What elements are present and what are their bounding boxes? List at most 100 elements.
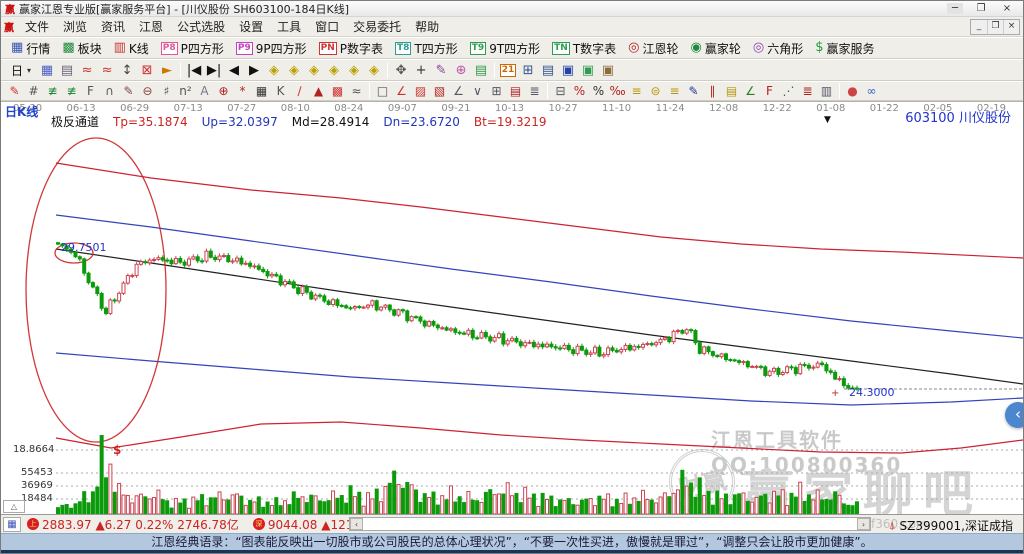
percent-change-tool-button[interactable]: %	[570, 83, 589, 99]
gann-marker-3-button[interactable]: ◈	[304, 61, 324, 79]
chart-style-button[interactable]: ▦	[37, 61, 57, 79]
percent-tool-button[interactable]: %	[589, 83, 608, 99]
trend-tool-1-button[interactable]: ≈	[77, 61, 97, 79]
hand-tool-button[interactable]: ✥	[391, 61, 411, 79]
burst-tool-button[interactable]: *	[233, 83, 252, 99]
winner-service-button[interactable]: $ 赢家服务	[809, 38, 880, 59]
horizontal-scrollbar[interactable]: ‹ ›	[349, 517, 871, 531]
quotes-button[interactable]: ▦ 行情	[5, 38, 56, 59]
mail-tool-button[interactable]: ▤	[471, 61, 491, 79]
9t-square-button[interactable]: T9 9T四方形	[464, 38, 546, 59]
dense-hash-tool-button[interactable]: ♯	[157, 83, 176, 99]
kline-chart-canvas[interactable]	[1, 102, 1023, 514]
shanghai-index-quote[interactable]: 2883.97 ▲6.27 0.22% 2746.78亿	[42, 516, 239, 533]
menu-文件[interactable]: 文件	[18, 16, 56, 37]
gann-marker-4-button[interactable]: ◈	[324, 61, 344, 79]
current-index-label[interactable]: ⍋ SZ399001,深证成指	[889, 517, 1013, 534]
ink-pen-tool-button[interactable]: ✎	[684, 83, 703, 99]
grid-tool-button[interactable]: #	[24, 83, 43, 99]
menu-交易委托[interactable]: 交易委托	[346, 16, 408, 37]
n-square-tool-button[interactable]: n²	[176, 83, 195, 99]
go-last-button[interactable]: ▶|	[204, 61, 224, 79]
f-line-tool-button[interactable]: F	[760, 83, 779, 99]
mdi-restore-button[interactable]: ❐	[987, 19, 1003, 34]
arc-tool-button[interactable]: ∩	[100, 83, 119, 99]
menu-江恩[interactable]: 江恩	[132, 16, 170, 37]
kline-button[interactable]: ▥ K线	[108, 38, 155, 59]
circle-cross-tool-button[interactable]: ⊖	[138, 83, 157, 99]
crosshair-tool-button[interactable]: +	[411, 61, 431, 79]
web-tool-button[interactable]: ▨	[411, 83, 430, 99]
go-first-button[interactable]: |◀	[184, 61, 204, 79]
p-square-button[interactable]: P8 P四方形	[155, 38, 230, 59]
minimize-button[interactable]: ─	[947, 3, 963, 14]
maximize-button[interactable]: ❐	[973, 3, 989, 14]
gann-marker-5-button[interactable]: ◈	[344, 61, 364, 79]
step-prev-button[interactable]: ◀	[224, 61, 244, 79]
winner-wheel-button[interactable]: ◉ 赢家轮	[685, 38, 747, 59]
golden-section-2-button[interactable]: ≡	[665, 83, 684, 99]
info-board-button[interactable]: ▤	[57, 61, 77, 79]
t-square-button[interactable]: T8 T四方形	[389, 38, 464, 59]
box-select-tool-button[interactable]: □	[373, 83, 392, 99]
hexagon-button[interactable]: ◎ 六角形	[747, 38, 809, 59]
gann-wheel-button[interactable]: ◎ 江恩轮	[622, 38, 684, 59]
pie-sphere-tool-button[interactable]: ●	[843, 83, 862, 99]
flag-tool-button[interactable]: ►	[157, 61, 177, 79]
fan-lines-tool-button[interactable]: ∠	[392, 83, 411, 99]
trend-tool-2-button[interactable]: ≈	[97, 61, 117, 79]
ruler-pen-tool-button[interactable]: ✎	[119, 83, 138, 99]
step-line-tool-button[interactable]: ≣	[798, 83, 817, 99]
band-tool-button[interactable]: ▥	[817, 83, 836, 99]
parallel-line-tool-button[interactable]: ∥	[703, 83, 722, 99]
planting-tool-2-button[interactable]: ≢	[62, 83, 81, 99]
scroll-left-arrow[interactable]: ‹	[350, 518, 363, 530]
kline-period-tab[interactable]: 日K线	[5, 103, 38, 120]
golden-circle-button[interactable]: ⊜	[646, 83, 665, 99]
calendar-tool-button[interactable]: 21	[498, 61, 518, 79]
v-check-tool-button[interactable]: ∨	[468, 83, 487, 99]
gann-marker-1-button[interactable]: ◈	[264, 61, 284, 79]
region-select-button[interactable]: ⊠	[137, 61, 157, 79]
mark-pen-tool-button[interactable]: ✎	[431, 61, 451, 79]
f-label-tool-button[interactable]: F	[81, 83, 100, 99]
a-ruler-tool-button[interactable]: A	[195, 83, 214, 99]
scroll-right-arrow[interactable]: ›	[857, 518, 870, 530]
period-day-selector-button[interactable]: 日 ▾	[5, 60, 37, 81]
stock-label[interactable]: 603100 川仪股份	[905, 107, 1011, 126]
block-tool-button[interactable]: ▧	[430, 83, 449, 99]
score-tool-button[interactable]: ≣	[525, 83, 544, 99]
angle-ruler-tool-button[interactable]: ∠	[449, 83, 468, 99]
target-tool-button[interactable]: ⊕	[214, 83, 233, 99]
notebook-tool-button[interactable]: ▤	[538, 61, 558, 79]
close-button[interactable]: ×	[999, 3, 1015, 14]
menu-资讯[interactable]: 资讯	[94, 16, 132, 37]
gann-marker-2-button[interactable]: ◈	[284, 61, 304, 79]
hatch-tool-button[interactable]: ▤	[506, 83, 525, 99]
pc-sync-tool-button[interactable]: ▣	[578, 61, 598, 79]
golden-grid-tool-button[interactable]: ▤	[722, 83, 741, 99]
ratio-tool-button[interactable]: ⊟	[551, 83, 570, 99]
mdi-close-button[interactable]: ×	[1003, 19, 1019, 34]
dark-grid-tool-button[interactable]: ▦	[252, 83, 271, 99]
infinity-tool-button[interactable]: ∞	[862, 83, 881, 99]
save-tool-button[interactable]: ▣	[558, 61, 578, 79]
speed-line-tool-button[interactable]: ⋰	[779, 83, 798, 99]
menu-设置[interactable]: 设置	[232, 16, 270, 37]
market-grid-icon[interactable]: ▦	[3, 516, 21, 532]
menu-窗口[interactable]: 窗口	[308, 16, 346, 37]
wave-tool-button[interactable]: ≈	[347, 83, 366, 99]
calculator-tool-button[interactable]: ⊞	[518, 61, 538, 79]
table-grid-tool-button[interactable]: ⊞	[487, 83, 506, 99]
remote-tool-button[interactable]: ▣	[598, 61, 618, 79]
draw-pen-button[interactable]: ✎	[5, 83, 24, 99]
planting-tool-1-button[interactable]: ≢	[43, 83, 62, 99]
gann-marker-6-button[interactable]: ◈	[364, 61, 384, 79]
menu-公式选股[interactable]: 公式选股	[170, 16, 232, 37]
menu-浏览[interactable]: 浏览	[56, 16, 94, 37]
step-next-button[interactable]: ▶	[244, 61, 264, 79]
9p-square-button[interactable]: P9 9P四方形	[230, 38, 313, 59]
mdi-minimize-button[interactable]: _	[971, 20, 987, 34]
indicator-expand-button[interactable]: △	[3, 500, 25, 513]
k-mark-tool-button[interactable]: K	[271, 83, 290, 99]
